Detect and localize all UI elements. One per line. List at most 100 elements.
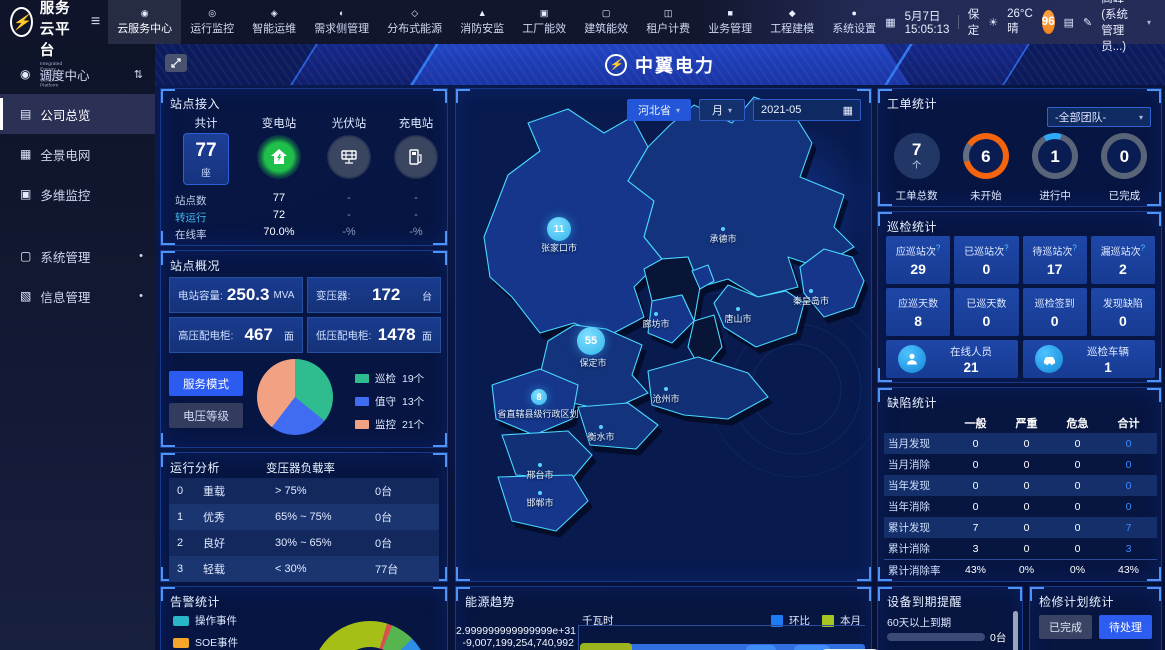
nav-item-distributed-energy[interactable]: ◇分布式能源 (378, 0, 451, 44)
info-icon: ▧ (20, 289, 31, 303)
nav-item-smart-ops[interactable]: ◈智能运维 (243, 0, 305, 44)
top-status-bar: ▦ 5月7日 15:05:13 保定 ☀ 26°C晴 96 ▤ ✎ 高峰 (系统… (885, 0, 1165, 44)
cell-value: - (322, 209, 376, 221)
user-menu[interactable]: 高峰 (系统管理员...) (1101, 0, 1138, 54)
cell-value: 77 (252, 192, 306, 204)
monitor-icon: ◎ (208, 9, 216, 18)
nav-item-fire-safety[interactable]: ▲消防安监 (451, 0, 513, 44)
pv-station-icon (327, 135, 371, 179)
tile-done-days[interactable]: 已巡天数0 (954, 288, 1018, 336)
site-count-bubble-zhangjiakou[interactable]: 11 (547, 217, 571, 241)
nav-item-system-settings[interactable]: ●系统设置 (823, 0, 885, 44)
wo-completed: 0 已完成 (1090, 133, 1159, 203)
nav-item-demand-side[interactable]: ◐需求侧管理 (305, 0, 378, 44)
tile-inspection-vehicles[interactable]: 巡检车辆1 (1023, 340, 1155, 378)
defects-table: 一般严重危急合计 当月发现0000 当月消除0000 当年发现0000 当年消除… (884, 412, 1157, 580)
panel-title: 能源趋势 (465, 593, 515, 610)
demand-icon: ◐ (339, 9, 344, 18)
site-count-bubble-shijiazhuang[interactable]: 8 (531, 389, 547, 405)
table-row: 当年消除0000 (884, 496, 1157, 517)
row-label: 站点数 (175, 193, 207, 208)
team-filter-select[interactable]: -全部团队-▾ (1047, 107, 1151, 127)
sidebar-item-dispatch-center[interactable]: ◉调度中心⇅ (0, 54, 155, 94)
nav-item-operation-monitor[interactable]: ◎运行监控 (181, 0, 243, 44)
city-dot (538, 491, 542, 495)
hebei-province-map (456, 89, 872, 582)
tile-checkins[interactable]: 巡检签到0 (1023, 288, 1087, 336)
tile-done-visits[interactable]: 已巡站次?0 (954, 236, 1018, 284)
sidebar-item-system-mgmt[interactable]: ▢系统管理• (0, 236, 155, 276)
stat-box-transformer: 变压器:172台 (307, 277, 441, 313)
alarm-stats-panel: 告警统计 操作事件 SOE事件 (160, 586, 448, 650)
tile-defects-found[interactable]: 发现缺陷0 (1091, 288, 1155, 336)
tile-online-staff[interactable]: 在线人员21 (886, 340, 1018, 378)
column-header: 共计 (179, 115, 233, 131)
cloud-service-icon: ◉ (141, 9, 149, 18)
help-icon[interactable]: ? (1072, 244, 1076, 253)
table-row: 当年发现0000 (884, 475, 1157, 496)
city-label-cangzhou: 沧州市 (652, 392, 679, 405)
top-nav: ◉云服务中心 ◎运行监控 ◈智能运维 ◐需求侧管理 ◇分布式能源 ▲消防安监 ▣… (108, 0, 885, 44)
help-icon[interactable]: ? (936, 244, 940, 253)
completed-button[interactable]: 已完成 (1039, 615, 1092, 639)
nav-item-cloud-service[interactable]: ◉云服务中心 (108, 0, 181, 44)
sidebar-item-grid-panorama[interactable]: ▦全景电网 (0, 134, 155, 174)
city-dot (599, 425, 603, 429)
wo-label: 工单总数 (896, 188, 938, 203)
city-label-langfang: 廊坊市 (642, 317, 669, 330)
building-icon: ▢ (602, 9, 611, 18)
content-header-band: ⚡ 中翼电力 (155, 44, 1165, 85)
chevron-down-icon: ▾ (1139, 113, 1143, 122)
billing-icon: ◫ (664, 9, 673, 18)
legend-swatch (355, 397, 369, 406)
help-icon[interactable]: ? (1004, 244, 1008, 253)
table-row: 3轻载< 30%77台 (169, 556, 439, 582)
panel-title: 缺陷统计 (887, 394, 937, 411)
voltage-level-button[interactable]: 电压等级 (169, 403, 243, 428)
submenu-dot-icon: • (139, 250, 143, 262)
pending-button[interactable]: 待处理 (1099, 615, 1152, 639)
tile-missed-visits[interactable]: 漏巡站次?2 (1091, 236, 1155, 284)
help-icon[interactable]: ? (1141, 244, 1145, 253)
service-mode-button[interactable]: 服务模式 (169, 371, 243, 396)
nav-item-tenant-billing[interactable]: ◫租户计费 (637, 0, 699, 44)
company-name: 中翼电力 (635, 52, 715, 78)
expand-button[interactable] (165, 54, 187, 72)
legend-item: 监控21个 (355, 417, 424, 432)
nav-item-factory-efficiency[interactable]: ▣工厂能效 (513, 0, 575, 44)
swap-icon[interactable]: ⇅ (134, 68, 143, 81)
energy-trend-panel: 能源趋势 千瓦时 环比 本月 2.999999999999999e+31 -9,… (455, 586, 872, 650)
app-title: 综合能源服务云平台 (40, 0, 75, 60)
pencil-icon[interactable]: ✎ (1083, 16, 1092, 29)
scrollbar[interactable] (1013, 611, 1018, 650)
dashboard: ⚡ 综合能源服务云平台 Integrated Energy Services C… (0, 0, 1165, 650)
doc-icon[interactable]: ▤ (1064, 16, 1074, 29)
sidebar-item-info-mgmt[interactable]: ▧信息管理• (0, 276, 155, 316)
menu-toggle-icon[interactable]: ≡ (83, 13, 108, 31)
map-region-zhangjiakou[interactable] (484, 109, 662, 337)
app-subtitle: Integrated Energy Services Cloud Platfor… (40, 61, 72, 88)
sidebar-item-company-overview[interactable]: ▤公司总览 (0, 94, 155, 134)
nav-item-building-efficiency[interactable]: ▢建筑能效 (575, 0, 637, 44)
stat-box-hv-cabinet: 高压配电柜:467面 (169, 317, 303, 353)
stat-box-lv-cabinet: 低压配电柜:1478面 (307, 317, 441, 353)
tile-pending-visits[interactable]: 待巡站次?17 (1023, 236, 1087, 284)
date-picker[interactable]: 2021-05▦ (753, 99, 861, 121)
calendar-icon: ▦ (885, 16, 895, 29)
tile-due-visits[interactable]: 应巡站次?29 (886, 236, 950, 284)
nav-item-engineering-model[interactable]: ◆工程建模 (761, 0, 823, 44)
legend-swatch (355, 374, 369, 383)
tile-due-days[interactable]: 应巡天数8 (886, 288, 950, 336)
total-sites-unit: 座 (201, 165, 211, 179)
province-select[interactable]: 河北省▾ (627, 99, 691, 121)
sidebar-item-multi-monitor[interactable]: ▣多维监控 (0, 174, 155, 214)
city-dot (736, 307, 740, 311)
notification-badge[interactable]: 96 (1042, 10, 1055, 34)
nav-item-business-mgmt[interactable]: ■业务管理 (699, 0, 761, 44)
site-count-bubble-baoding[interactable]: 55 (577, 327, 605, 355)
legend-item: 巡检19个 (355, 371, 424, 386)
defects-panel: 缺陷统计 一般严重危急合计 当月发现0000 当月消除0000 当年发现0000… (877, 387, 1162, 582)
period-select[interactable]: 月▾ (699, 99, 745, 121)
inspection-tiles: 应巡站次?29 已巡站次?0 待巡站次?17 漏巡站次?2 应巡天数8 已巡天数… (886, 236, 1155, 336)
table-row: 当月发现0000 (884, 433, 1157, 454)
